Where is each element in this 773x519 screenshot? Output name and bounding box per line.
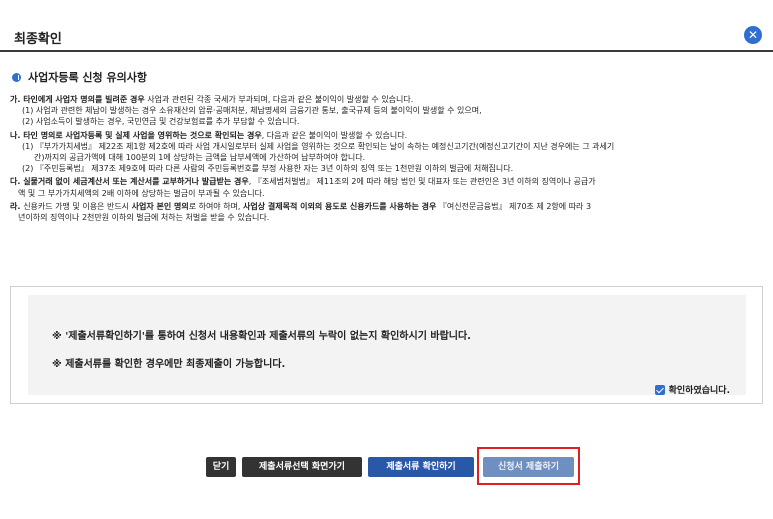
notice-item-ga: 가. 타인에게 사업자 명의를 빌려준 경우 사업과 관련된 각종 국세가 부과… [10,95,482,127]
doc-select-screen-button[interactable]: 제출서류선택 화면가기 [242,457,362,477]
bullet-icon [12,72,21,82]
confirm-checkbox-area[interactable]: 확인하였습니다. [654,383,730,396]
dialog-header: 최종확인 ✕ [0,0,773,52]
confirm-checkbox-label[interactable]: 확인하였습니다. [669,383,730,396]
confirm-box: ※ '제출서류확인하기'를 통하여 신청서 내용확인과 제출서류의 누락이 없는… [10,286,763,404]
confirm-instruction-2: ※ 제출서류를 확인한 경우에만 최종제출이 가능합니다. [52,359,286,370]
section-title: 사업자등록 신청 유의사항 [28,71,147,84]
section-header: 사업자등록 신청 유의사항 [12,70,147,84]
confirm-checkbox[interactable] [654,384,665,395]
notice-item-na: 나. 타인 명의로 사업자등록 및 실제 사업을 영위하는 것으로 확인되는 경… [10,130,615,174]
doc-check-button[interactable]: 제출서류 확인하기 [368,457,474,477]
notice-item-da: 다. 실물거래 없이 세금계산서 또는 계산서를 교부하거나 발급받는 경우, … [10,177,596,198]
close-icon[interactable]: ✕ [744,26,762,44]
dialog-title: 최종확인 [14,32,62,47]
close-button[interactable]: 닫기 [206,457,236,477]
confirm-panel: ※ '제출서류확인하기'를 통하여 신청서 내용확인과 제출서류의 누락이 없는… [28,295,746,396]
confirm-instruction-1: ※ '제출서류확인하기'를 통하여 신청서 내용확인과 제출서류의 누락이 없는… [52,331,471,342]
submit-highlight-box [477,447,580,485]
notice-item-ra: 라. 신용카드 가맹 및 이용은 반드시 사업자 본인 명의로 하여야 하며, … [10,201,592,223]
notice-text: 가. 타인에게 사업자 명의를 빌려준 경우 사업과 관련된 각종 국세가 부과… [10,94,762,225]
